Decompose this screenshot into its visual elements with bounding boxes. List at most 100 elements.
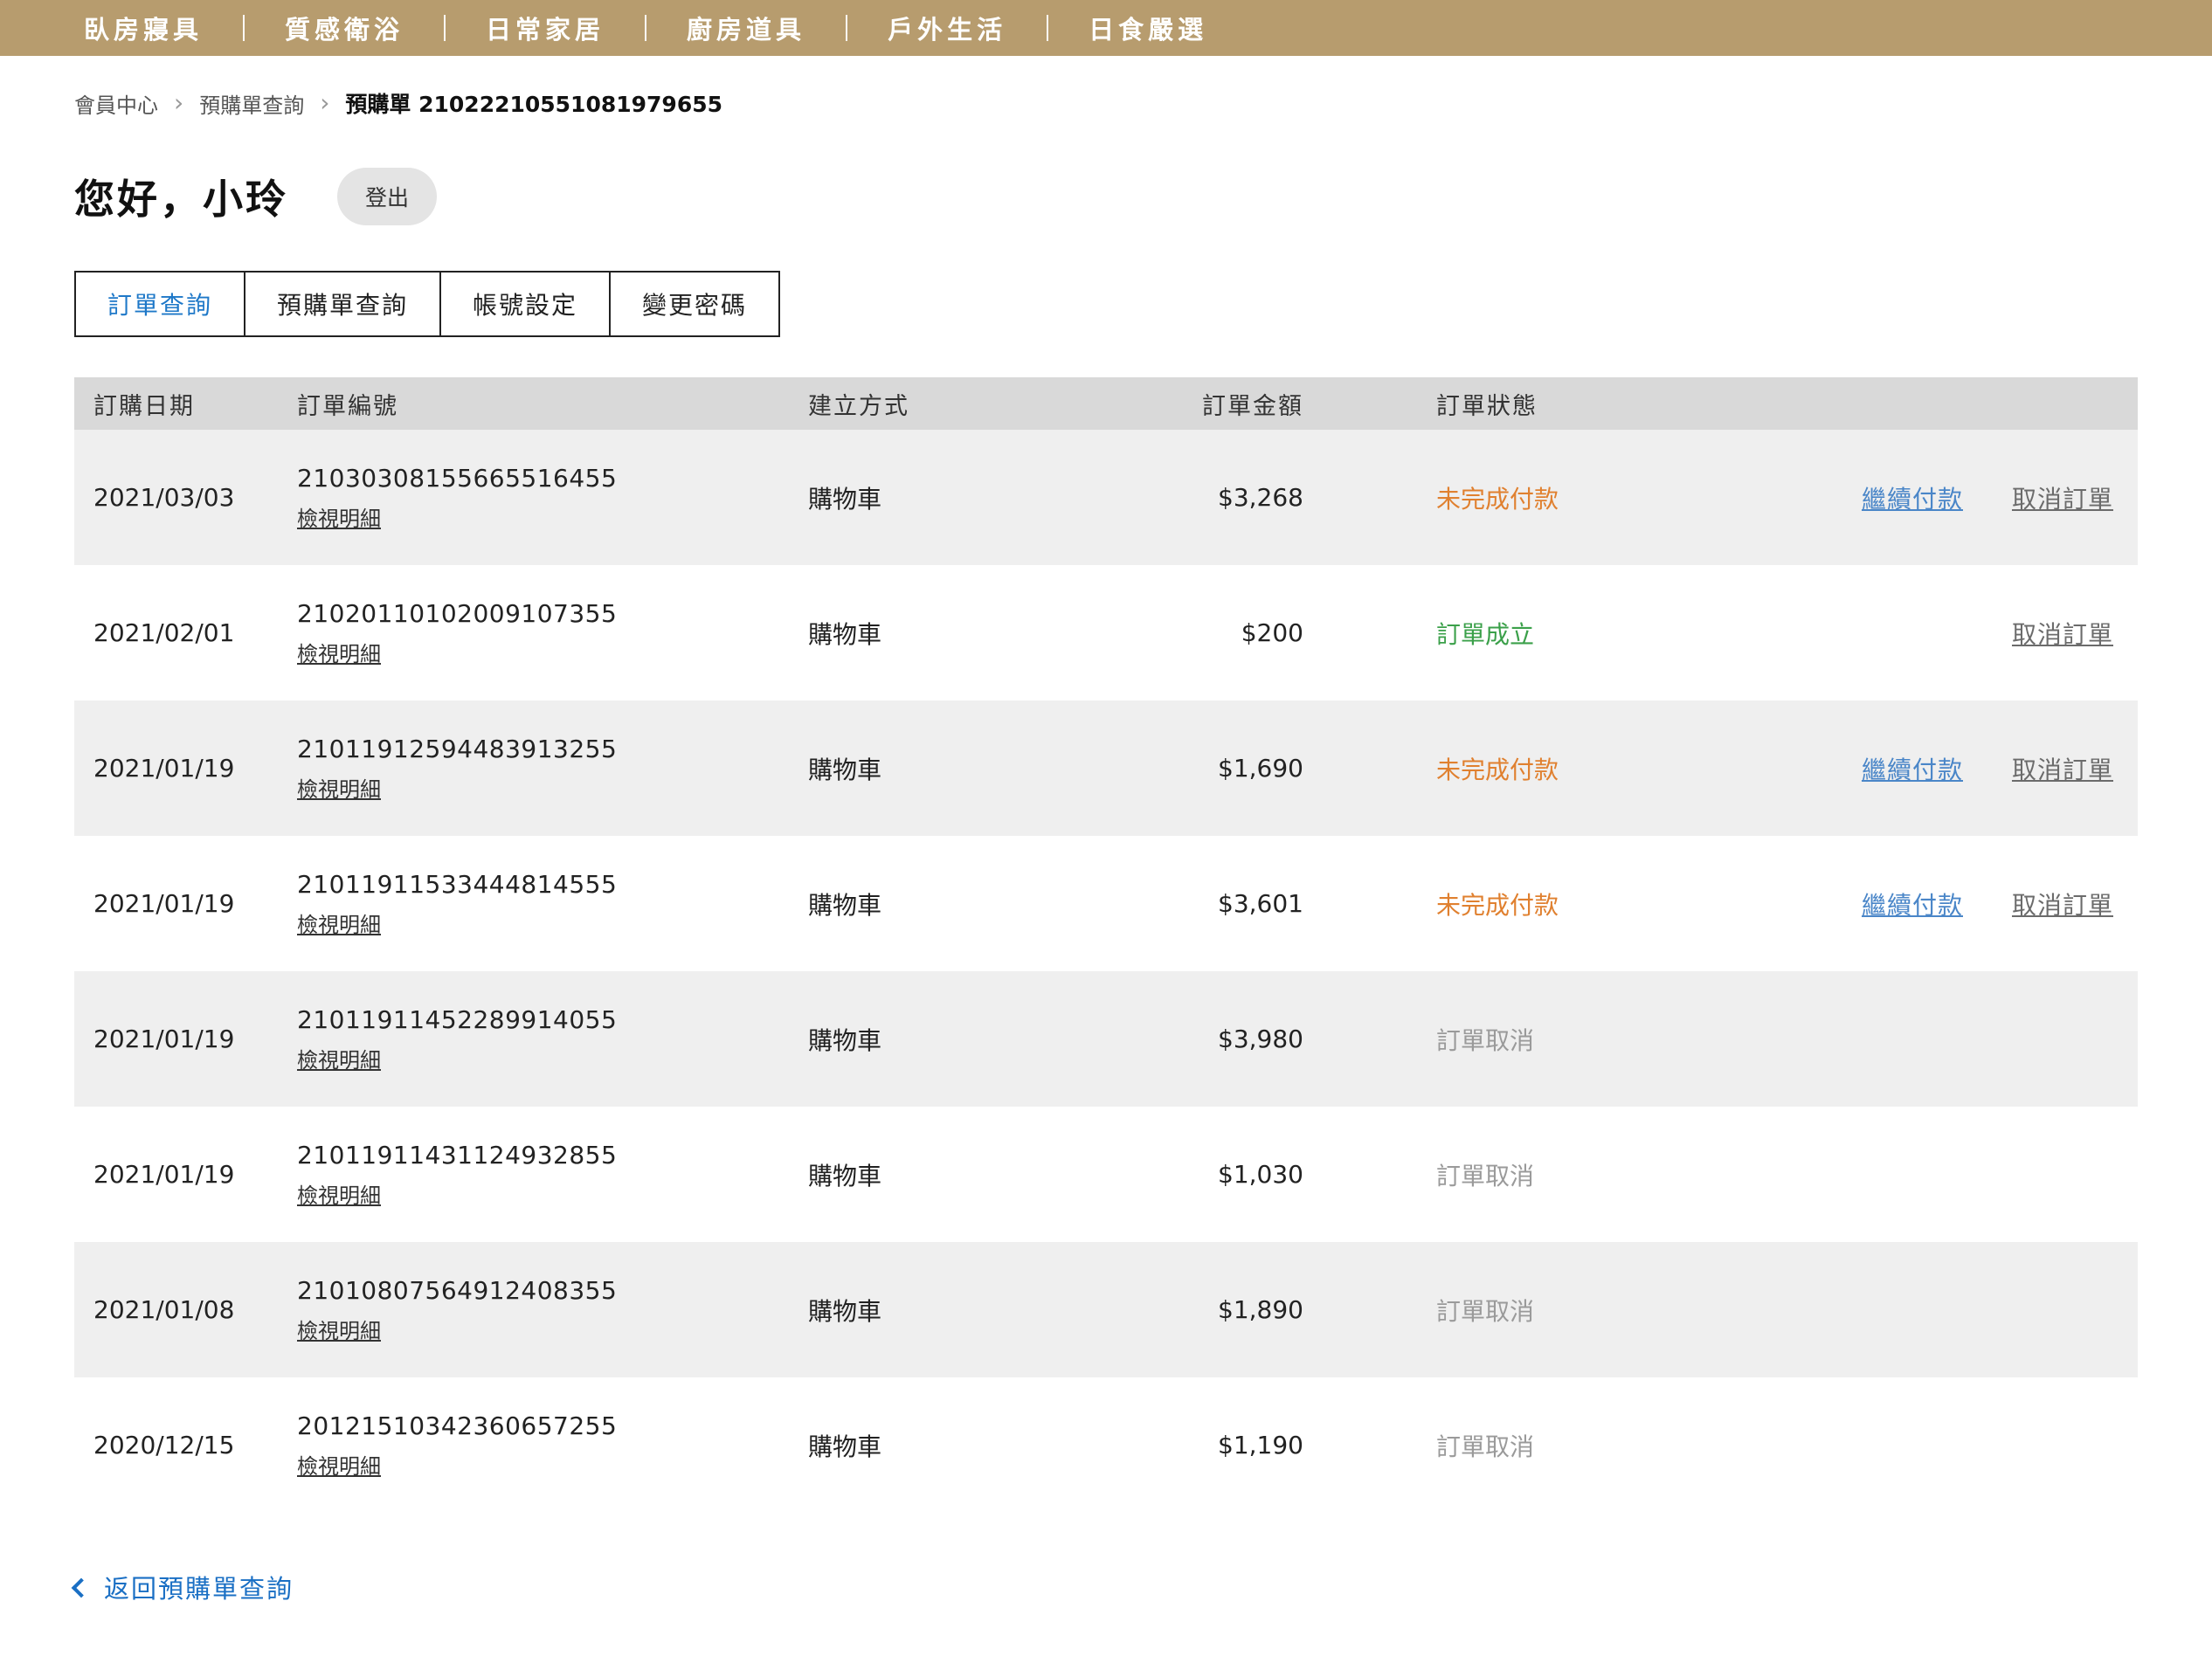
order-status: 訂單取消 [1303,1157,1705,1192]
order-status: 未完成付款 [1303,887,1705,921]
view-detail-link[interactable]: 檢視明細 [297,907,381,938]
back-link-label: 返回預購單查詢 [104,1569,294,1605]
order-number: 21011911452289914055 [297,1005,808,1034]
table-row: 2021/03/03 21030308155665516455 檢視明細 購物車… [74,430,2138,565]
order-actions: 繼續付款 取消訂單 [1705,616,2138,651]
tab-account-settings[interactable]: 帳號設定 [439,271,611,337]
order-date: 2021/01/19 [74,1160,297,1189]
order-date: 2021/01/19 [74,889,297,918]
view-detail-link[interactable]: 檢視明細 [297,501,381,532]
view-detail-link[interactable]: 檢視明細 [297,1449,381,1480]
order-amount: $1,030 [1057,1160,1303,1189]
order-amount: $200 [1057,618,1303,647]
order-status: 未完成付款 [1303,751,1705,786]
order-number-cell: 21011911431124932855 檢視明細 [297,1141,808,1209]
order-number-cell: 21011912594483913255 檢視明細 [297,735,808,803]
order-number-cell: 21020110102009107355 檢視明細 [297,599,808,667]
order-number: 21010807564912408355 [297,1276,808,1305]
tab-preorder-query[interactable]: 預購單查詢 [244,271,441,337]
table-row: 2021/01/19 21011911431124932855 檢視明細 購物車… [74,1107,2138,1242]
order-status: 訂單取消 [1303,1022,1705,1057]
order-amount: $3,268 [1057,483,1303,512]
order-number: 20121510342360657255 [297,1411,808,1440]
table-row: 2021/01/19 21011911452289914055 檢視明細 購物車… [74,971,2138,1107]
order-method: 購物車 [808,1428,1057,1463]
order-date: 2021/01/19 [74,1025,297,1053]
order-method: 購物車 [808,480,1057,515]
order-date: 2021/01/19 [74,754,297,783]
cancel-order-link[interactable]: 取消訂單 [2012,751,2113,786]
table-row: 2021/01/19 21011912594483913255 檢視明細 購物車… [74,700,2138,836]
order-actions: 繼續付款 取消訂單 [1705,887,2138,921]
order-method: 購物車 [808,1022,1057,1057]
nav-item-daily-home[interactable]: 日常家居 [446,10,645,46]
tab-order-query[interactable]: 訂單查詢 [74,271,245,337]
breadcrumb-member-center[interactable]: 會員中心 [74,88,158,119]
chevron-right-icon: › [320,91,329,115]
order-amount: $3,980 [1057,1025,1303,1053]
order-number-cell: 21010807564912408355 檢視明細 [297,1276,808,1344]
order-date: 2020/12/15 [74,1431,297,1459]
table-row: 2021/01/08 21010807564912408355 檢視明細 購物車… [74,1242,2138,1377]
order-method: 購物車 [808,751,1057,786]
order-date: 2021/02/01 [74,618,297,647]
logout-button[interactable]: 登出 [337,168,437,225]
view-detail-link[interactable]: 檢視明細 [297,772,381,803]
order-number: 21011911431124932855 [297,1141,808,1170]
header-order-amount: 訂單金額 [1057,387,1303,421]
order-number: 21011912594483913255 [297,735,808,763]
order-method: 購物車 [808,1157,1057,1192]
order-date: 2021/01/08 [74,1295,297,1324]
view-detail-link[interactable]: 檢視明細 [297,637,381,667]
nav-item-bedroom-bedding[interactable]: 臥房寢具 [84,10,243,46]
view-detail-link[interactable]: 檢視明細 [297,1043,381,1073]
order-amount: $1,890 [1057,1295,1303,1324]
order-number-cell: 21011911452289914055 檢視明細 [297,1005,808,1073]
order-method: 購物車 [808,887,1057,921]
order-number-cell: 20121510342360657255 檢視明細 [297,1411,808,1480]
table-row: 2021/02/01 21020110102009107355 檢視明細 購物車… [74,565,2138,700]
order-table: 訂購日期 訂單編號 建立方式 訂單金額 訂單狀態 2021/03/03 2103… [74,377,2138,1513]
view-detail-link[interactable]: 檢視明細 [297,1178,381,1209]
cancel-order-link[interactable]: 取消訂單 [2012,480,2113,515]
order-status: 未完成付款 [1303,480,1705,515]
order-status: 訂單成立 [1303,616,1705,651]
nav-item-outdoor-life[interactable]: 戶外生活 [847,10,1047,46]
continue-payment-link[interactable]: 繼續付款 [1862,751,1963,786]
order-number: 21020110102009107355 [297,599,808,628]
order-table-header: 訂購日期 訂單編號 建立方式 訂單金額 訂單狀態 [74,377,2138,430]
order-number-cell: 21030308155665516455 檢視明細 [297,464,808,532]
header-order-method: 建立方式 [808,387,1057,421]
order-status: 訂單取消 [1303,1428,1705,1463]
order-actions: 繼續付款 取消訂單 [1705,480,2138,515]
table-row: 2020/12/15 20121510342360657255 檢視明細 購物車… [74,1377,2138,1513]
order-number: 21030308155665516455 [297,464,808,493]
tab-bar: 訂單查詢 預購單查詢 帳號設定 變更密碼 [74,271,2212,337]
chevron-left-icon [72,1578,92,1598]
nav-item-kitchen-tools[interactable]: 廚房道具 [646,10,846,46]
cancel-order-link[interactable]: 取消訂單 [2012,887,2113,921]
greeting-row: 您好，小玲 登出 [74,168,2212,225]
order-number: 21011911533444814555 [297,870,808,899]
continue-payment-link[interactable]: 繼續付款 [1862,887,1963,921]
back-to-preorder-query-link[interactable]: 返回預購單查詢 [74,1569,294,1605]
cancel-order-link[interactable]: 取消訂單 [2012,616,2113,651]
breadcrumb-preorder-query[interactable]: 預購單查詢 [199,88,304,119]
continue-payment-link[interactable]: 繼續付款 [1862,480,1963,515]
breadcrumb: 會員中心 › 預購單查詢 › 預購單 21022210551081979655 [74,87,2212,119]
tab-change-password[interactable]: 變更密碼 [609,271,780,337]
header-order-number: 訂單編號 [297,387,808,421]
nav-item-food-selection[interactable]: 日食嚴選 [1048,10,1248,46]
table-row: 2021/01/19 21011911533444814555 檢視明細 購物車… [74,836,2138,971]
top-navigation: 臥房寢具 質感衛浴 日常家居 廚房道具 戶外生活 日食嚴選 [0,0,2212,56]
order-method: 購物車 [808,616,1057,651]
order-amount: $3,601 [1057,889,1303,918]
order-amount: $1,190 [1057,1431,1303,1459]
chevron-right-icon: › [174,91,183,115]
order-status: 訂單取消 [1303,1293,1705,1328]
breadcrumb-current-preorder: 預購單 21022210551081979655 [345,87,722,119]
view-detail-link[interactable]: 檢視明細 [297,1314,381,1344]
order-table-body: 2021/03/03 21030308155665516455 檢視明細 購物車… [74,430,2138,1513]
nav-item-bathroom[interactable]: 質感衛浴 [245,10,444,46]
page-title-greeting: 您好，小玲 [74,168,288,225]
